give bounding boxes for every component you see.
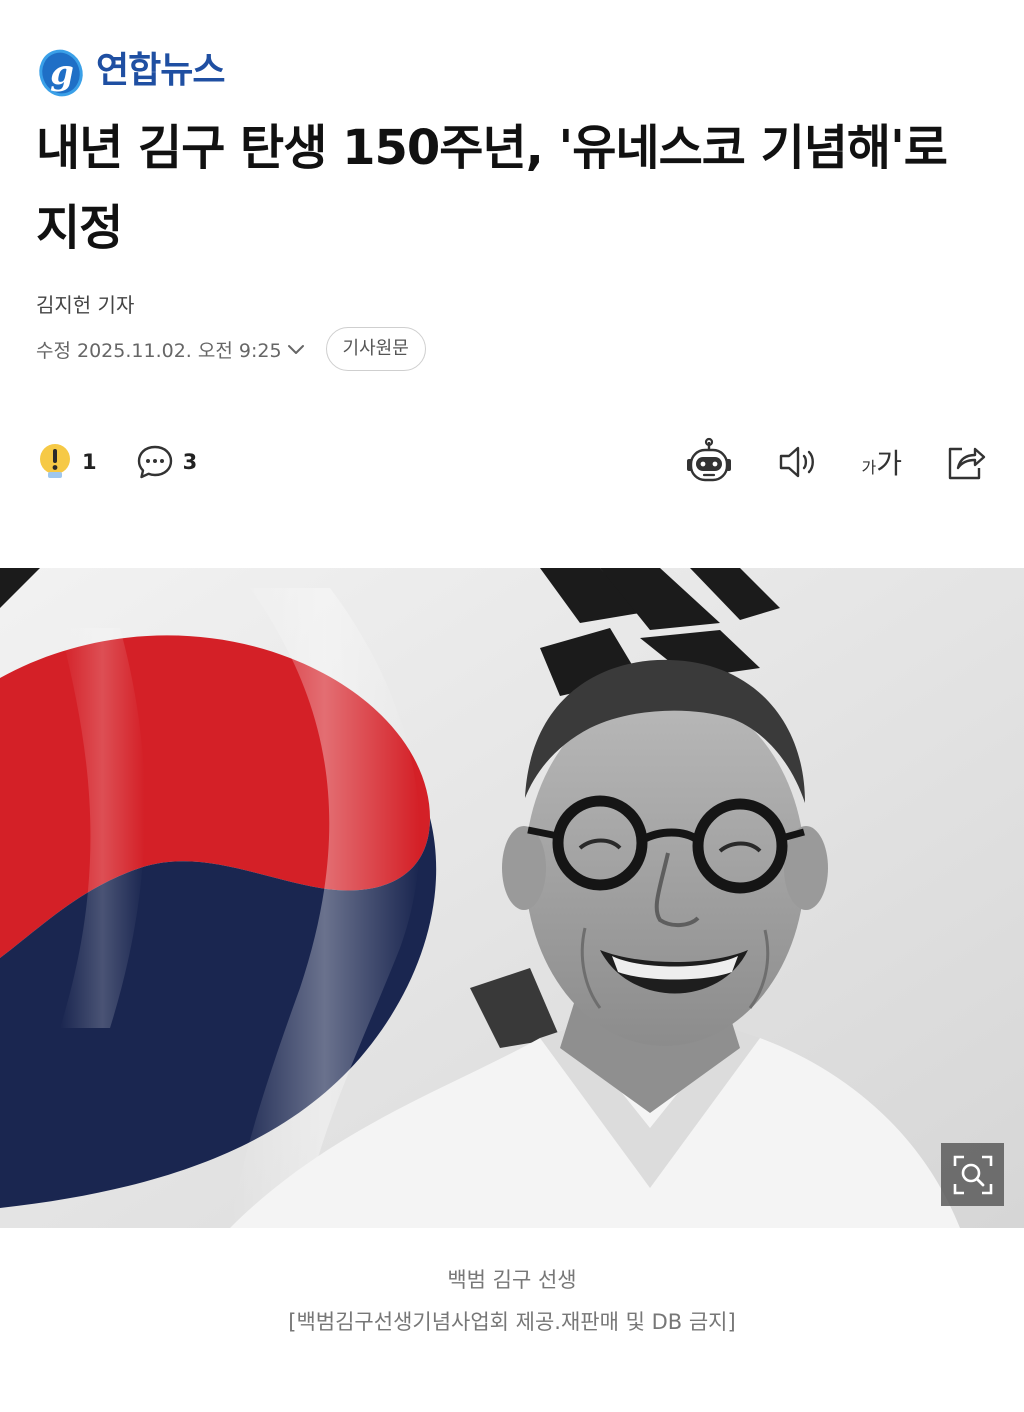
comment-button[interactable]: 3: [135, 442, 198, 482]
font-size-icon: 가 가: [862, 442, 903, 482]
speaker-icon: [779, 446, 814, 478]
original-article-button[interactable]: 기사원문: [325, 327, 426, 371]
yonhap-logo-icon: g: [39, 49, 83, 97]
comment-count: 3: [182, 450, 198, 474]
publisher-name: 연합뉴스: [96, 50, 225, 91]
font-size-small-glyph: 가: [861, 458, 877, 477]
photo-zoom-button[interactable]: [941, 1143, 1004, 1206]
share-icon: [948, 447, 986, 480]
article-tools: 가 가: [684, 434, 989, 490]
svg-text:g: g: [50, 53, 74, 93]
article-meta: 수정 2025.11.02. 오전 9:25 기사원문: [36, 326, 426, 372]
article-photo[interactable]: [0, 568, 1024, 1228]
text-to-speech-button[interactable]: [776, 434, 820, 490]
reaction-bar: 1 3: [36, 438, 235, 486]
alert-count: 1: [82, 450, 97, 474]
alert-bulb-icon: [40, 444, 70, 478]
font-size-button[interactable]: 가 가: [862, 434, 903, 490]
photo-caption: 백범 김구 선생 [백범김구선생기념사업회 제공.재판매 및 DB 금지]: [0, 1260, 1024, 1344]
comment-icon: [137, 445, 172, 479]
article-date: 수정 2025.11.02. 오전 9:25: [36, 339, 282, 362]
font-size-large-glyph: 가: [876, 447, 902, 480]
photo-caption-title: 백범 김구 선생: [447, 1268, 577, 1292]
zoom-magnifier-icon: [953, 1155, 992, 1194]
chevron-down-icon[interactable]: [284, 337, 308, 361]
portrait-illustration: [0, 568, 1024, 1228]
alert-reaction-button[interactable]: 1: [36, 442, 97, 482]
share-button[interactable]: [944, 434, 988, 490]
ai-summary-button[interactable]: [684, 434, 734, 490]
publisher-header[interactable]: g 연합뉴스: [36, 42, 225, 100]
article-headline: 내년 김구 탄생 150주년, '유네스코 기념해'로 지정: [36, 120, 948, 256]
article-byline[interactable]: 김지헌 기자: [36, 290, 134, 320]
ai-bot-icon: [686, 437, 731, 482]
photo-credit: [백범김구선생기념사업회 제공.재판매 및 DB 금지]: [288, 1310, 736, 1334]
